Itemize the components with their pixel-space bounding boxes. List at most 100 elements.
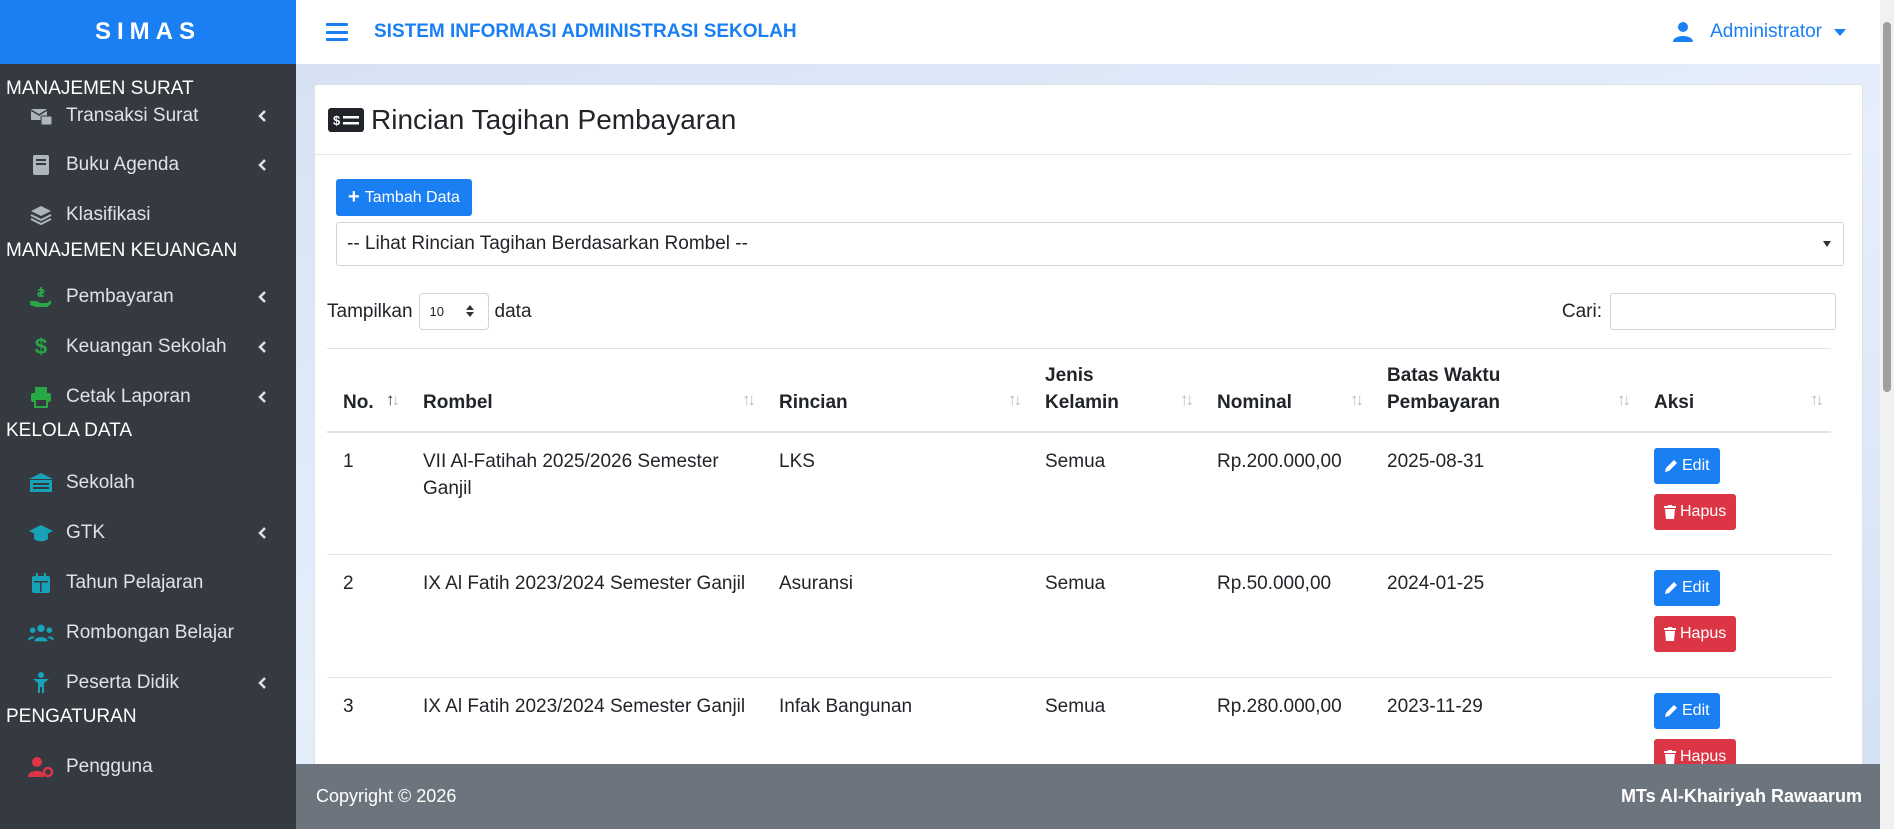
user-menu[interactable]: Administrator bbox=[1672, 0, 1846, 64]
cell-aksi: Edit Hapus bbox=[1638, 432, 1831, 555]
user-cog-icon bbox=[28, 755, 54, 779]
billing-table: No. ↑↓ Rombel ↑↓ Rincian ↑↓ Jenis Kelamin ↑↓… bbox=[327, 348, 1831, 783]
sidebar-item-cetak-laporan[interactable]: Cetak Laporan bbox=[0, 372, 296, 422]
col-header-no[interactable]: No. ↑↓ bbox=[327, 349, 407, 432]
add-data-button[interactable]: + Tambah Data bbox=[336, 179, 472, 216]
chevron-left-icon bbox=[254, 339, 270, 355]
sort-icon: ↑↓ bbox=[742, 389, 756, 409]
delete-button[interactable]: Hapus bbox=[1654, 493, 1737, 530]
chevron-left-icon bbox=[254, 675, 270, 691]
brand-logo[interactable]: SIMAS bbox=[0, 0, 296, 64]
page-title: Rincian Tagihan Pembayaran bbox=[371, 103, 737, 135]
col-header-rombel[interactable]: Rombel ↑↓ bbox=[407, 349, 763, 432]
hand-money-icon bbox=[28, 285, 54, 309]
cell-batas-waktu: 2024-01-25 bbox=[1387, 573, 1485, 594]
footer: Copyright © 2026 MTs Al-Khairiyah Rawaar… bbox=[296, 764, 1894, 829]
page-length-value: 10 bbox=[429, 304, 445, 319]
plus-icon: + bbox=[348, 186, 360, 208]
sidebar-item-label: Keuangan Sekolah bbox=[66, 336, 227, 357]
printer-icon bbox=[28, 385, 54, 409]
user-icon bbox=[1673, 22, 1694, 42]
cell-no: 1 bbox=[343, 450, 354, 472]
sidebar-item-keuangan-sekolah[interactable]: $ Keuangan Sekolah bbox=[0, 322, 296, 372]
footer-copyright: Copyright © 2026 bbox=[316, 786, 457, 806]
sidebar-item-buku-agenda[interactable]: Buku Agenda bbox=[0, 140, 296, 190]
cell-batas-waktu: 2025-08-31 bbox=[1387, 450, 1485, 472]
caret-down-icon bbox=[1834, 28, 1846, 36]
top-navbar: SISTEM INFORMASI ADMINISTRASI SEKOLAH Ad… bbox=[296, 0, 1894, 64]
sidebar-item-label: Cetak Laporan bbox=[66, 386, 191, 407]
users-icon bbox=[28, 621, 54, 645]
sidebar-item-tahun-pelajaran[interactable]: Tahun Pelajaran bbox=[0, 558, 296, 608]
footer-school-name: MTs Al-Khairiyah Rawaarum bbox=[1620, 786, 1862, 806]
sort-icon: ↑↓ bbox=[1810, 389, 1824, 409]
sidebar-item-rombongan-belajar[interactable]: Rombongan Belajar bbox=[0, 608, 296, 658]
app-title: SISTEM INFORMASI ADMINISTRASI SEKOLAH bbox=[374, 21, 797, 42]
dropdown-arrow-icon bbox=[1823, 241, 1831, 247]
book-icon bbox=[28, 153, 54, 177]
col-header-aksi[interactable]: Aksi ↑↓ bbox=[1638, 349, 1831, 432]
trash-icon bbox=[1664, 627, 1676, 641]
sidebar-item-label: Buku Agenda bbox=[66, 154, 180, 175]
sort-icon: ↑↓ bbox=[1617, 389, 1631, 409]
pencil-icon bbox=[1665, 705, 1677, 717]
delete-button[interactable]: Hapus bbox=[1654, 616, 1737, 652]
sidebar-item-peserta-didik[interactable]: Peserta Didik bbox=[0, 658, 296, 708]
user-name: Administrator bbox=[1710, 21, 1822, 42]
cell-rincian: Asuransi bbox=[779, 573, 853, 594]
cell-nominal: Rp.200.000,00 bbox=[1217, 450, 1342, 472]
sidebar-item-sekolah[interactable]: Sekolah bbox=[0, 458, 296, 508]
page-length-select[interactable]: 10 bbox=[418, 293, 489, 330]
scrollbar-thumb[interactable] bbox=[1883, 22, 1891, 392]
edit-button[interactable]: Edit bbox=[1654, 693, 1720, 729]
school-icon bbox=[28, 471, 54, 495]
add-data-label: Tambah Data bbox=[364, 188, 460, 206]
col-header-batas-waktu[interactable]: Batas Waktu Pembayaran ↑↓ bbox=[1371, 349, 1638, 432]
table-row: 1 VII Al-Fatihah 2025/2026 Semester Ganj… bbox=[327, 432, 1831, 555]
search-label: Cari: bbox=[1561, 300, 1602, 322]
sidebar-item-label: Transaksi Surat bbox=[66, 105, 199, 126]
graduation-cap-icon bbox=[28, 521, 54, 545]
sidebar-item-klasifikasi[interactable]: Klasifikasi bbox=[0, 190, 296, 240]
card-header: $ Rincian Tagihan Pembayaran bbox=[315, 85, 1852, 155]
sidebar-item-transaksi-surat[interactable]: Transaksi Surat bbox=[0, 92, 296, 140]
sidebar-item-label: Pengguna bbox=[66, 756, 153, 777]
sidebar-item-label: GTK bbox=[66, 522, 106, 543]
chevron-left-icon bbox=[254, 289, 270, 305]
rombel-filter-select[interactable]: -- Lihat Rincian Tagihan Berdasarkan Rom… bbox=[336, 222, 1844, 266]
pencil-icon bbox=[1665, 459, 1677, 472]
cell-rombel: IX Al Fatih 2023/2024 Semester Ganjil bbox=[423, 573, 746, 594]
section-manajemen-keuangan: MANAJEMEN KEUANGAN bbox=[6, 240, 238, 261]
trash-icon bbox=[1664, 750, 1676, 764]
sidebar-item-gtk[interactable]: GTK bbox=[0, 508, 296, 558]
chevron-left-icon bbox=[254, 389, 270, 405]
child-icon bbox=[28, 671, 54, 695]
content-card: $ Rincian Tagihan Pembayaran + Tambah Da… bbox=[314, 84, 1863, 784]
cell-jenis-kelamin: Semua bbox=[1045, 573, 1106, 594]
rombel-filter-value: -- Lihat Rincian Tagihan Berdasarkan Rom… bbox=[347, 233, 748, 254]
spinner-icon bbox=[465, 305, 474, 317]
col-header-rincian[interactable]: Rincian ↑↓ bbox=[763, 349, 1029, 432]
table-search: Cari: bbox=[1562, 293, 1836, 330]
trash-icon bbox=[1664, 504, 1676, 519]
sidebar-item-label: Pembayaran bbox=[66, 286, 174, 307]
chevron-left-icon bbox=[254, 157, 270, 173]
length-suffix: data bbox=[494, 300, 532, 322]
col-header-jenis-kelamin[interactable]: Jenis Kelamin ↑↓ bbox=[1029, 349, 1201, 432]
calendar-icon bbox=[28, 571, 54, 595]
cell-rombel: VII Al-Fatihah 2025/2026 Semester Ganjil bbox=[423, 450, 719, 499]
sidebar-item-pembayaran[interactable]: Pembayaran bbox=[0, 272, 296, 322]
search-input[interactable] bbox=[1610, 293, 1836, 330]
col-header-nominal[interactable]: Nominal ↑↓ bbox=[1201, 349, 1371, 432]
svg-text:$: $ bbox=[333, 113, 341, 128]
page-scrollbar[interactable] bbox=[1880, 0, 1894, 829]
edit-button[interactable]: Edit bbox=[1654, 570, 1720, 606]
money-bill-icon: $ bbox=[328, 107, 364, 132]
hamburger-menu-icon[interactable] bbox=[326, 23, 348, 41]
edit-button[interactable]: Edit bbox=[1654, 447, 1720, 484]
pencil-icon bbox=[1665, 582, 1677, 594]
mail-transfer-icon bbox=[28, 104, 54, 128]
sort-asc-icon: ↑↓ bbox=[386, 389, 400, 409]
sidebar-item-pengguna[interactable]: Pengguna bbox=[0, 742, 296, 792]
cell-nominal: Rp.50.000,00 bbox=[1217, 573, 1332, 594]
